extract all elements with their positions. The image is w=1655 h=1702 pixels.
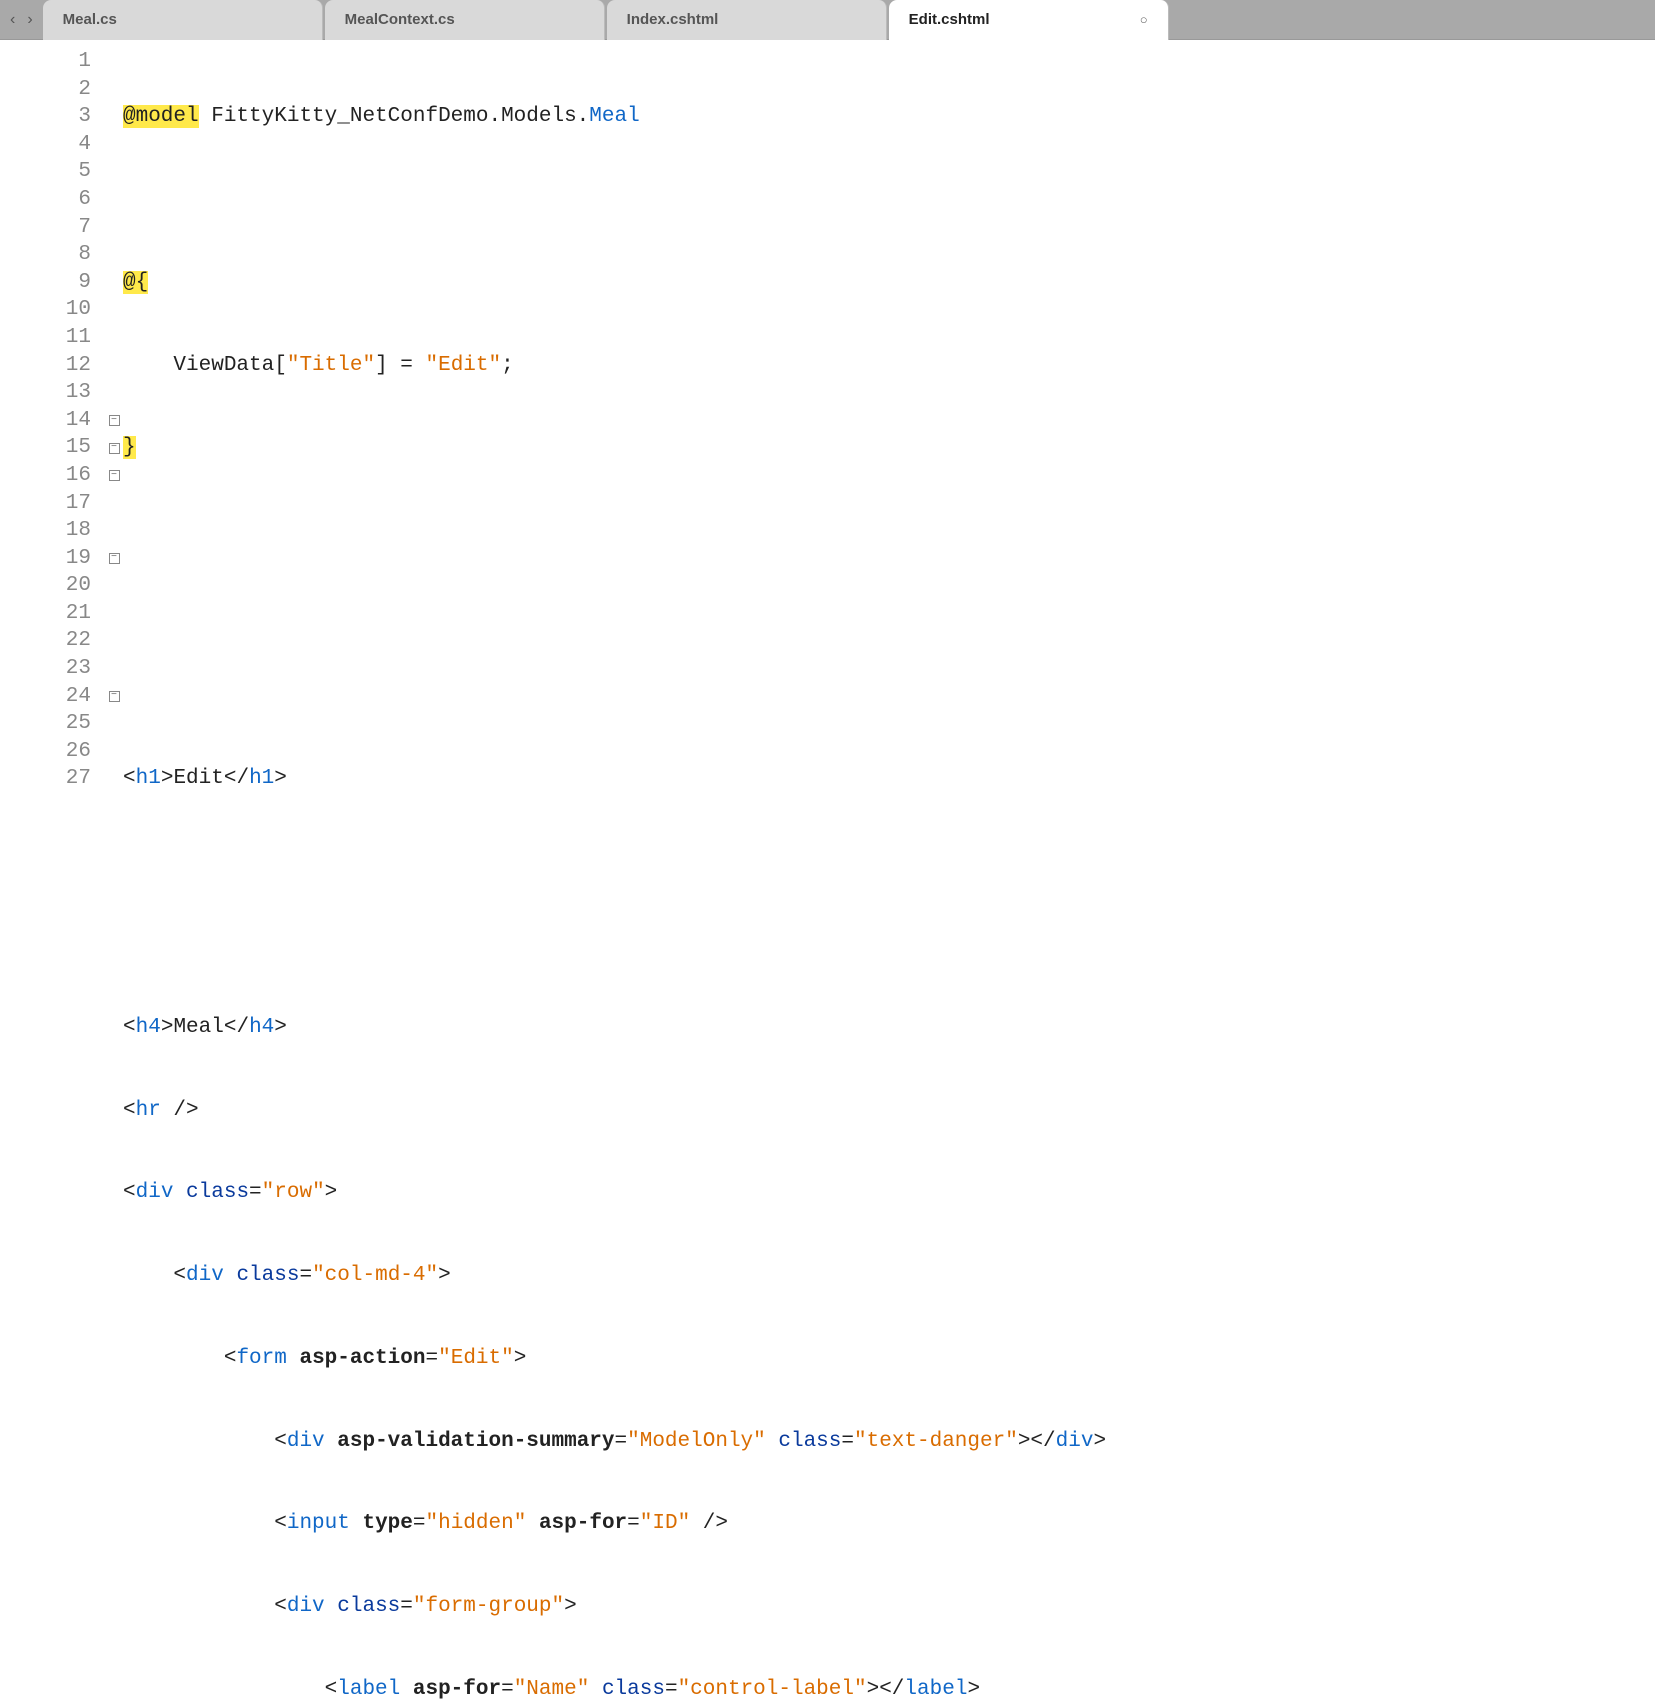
code-line: <div asp-validation-summary="ModelOnly" … — [123, 1428, 1655, 1456]
fold-cell — [105, 76, 123, 104]
line-number: 2 — [0, 76, 105, 104]
fold-cell — [105, 710, 123, 738]
dirty-indicator-icon: ○ — [1140, 12, 1148, 27]
line-number: 3 — [0, 103, 105, 131]
fold-cell — [105, 490, 123, 518]
tab-label: Index.cshtml — [627, 11, 719, 28]
code-line: ViewData["Title"] = "Edit"; — [123, 352, 1655, 380]
fold-cell — [105, 655, 123, 683]
fold-cell — [105, 517, 123, 545]
fold-cell[interactable]: − — [105, 545, 123, 573]
line-number: 8 — [0, 241, 105, 269]
nav-forward-icon[interactable]: › — [27, 11, 32, 29]
line-number: 18 — [0, 517, 105, 545]
line-number: 12 — [0, 352, 105, 380]
code-line: @{ — [123, 269, 1655, 297]
fold-collapse-icon[interactable]: − — [109, 443, 120, 454]
fold-collapse-icon[interactable]: − — [109, 470, 120, 481]
code-line: <input type="hidden" asp-for="ID" /> — [123, 1510, 1655, 1538]
code-line: <form asp-action="Edit"> — [123, 1345, 1655, 1373]
fold-cell — [105, 738, 123, 766]
line-number: 15 — [0, 434, 105, 462]
tab-mealcontext-cs[interactable]: MealContext.cs — [325, 0, 605, 40]
tab-label: Edit.cshtml — [909, 11, 990, 28]
nav-back-icon[interactable]: ‹ — [10, 11, 15, 29]
line-number: 22 — [0, 627, 105, 655]
tab-meal-cs[interactable]: Meal.cs — [43, 0, 323, 40]
fold-cell — [105, 48, 123, 76]
tab-bar: ‹ › Meal.cs MealContext.cs Index.cshtml … — [0, 0, 1655, 40]
code-line: <label asp-for="Name" class="control-lab… — [123, 1676, 1655, 1702]
line-number: 21 — [0, 600, 105, 628]
line-number: 25 — [0, 710, 105, 738]
fold-cell — [105, 186, 123, 214]
line-number: 19 — [0, 545, 105, 573]
line-number: 13 — [0, 379, 105, 407]
fold-cell — [105, 600, 123, 628]
code-line: <div class="row"> — [123, 1179, 1655, 1207]
fold-cell — [105, 158, 123, 186]
line-number: 6 — [0, 186, 105, 214]
line-number: 7 — [0, 214, 105, 242]
line-number: 1 — [0, 48, 105, 76]
fold-cell — [105, 241, 123, 269]
code-line: <div class="form-group"> — [123, 1593, 1655, 1621]
fold-column: − − − − − — [105, 40, 123, 851]
fold-cell — [105, 296, 123, 324]
code-line — [123, 600, 1655, 628]
line-number: 27 — [0, 765, 105, 793]
fold-cell[interactable]: − — [105, 434, 123, 462]
code-line: <h1>Edit</h1> — [123, 765, 1655, 793]
line-number: 24 — [0, 683, 105, 711]
editor-area[interactable]: 1234567891011121314151617181920212223242… — [0, 40, 1655, 851]
fold-cell — [105, 352, 123, 380]
code-content[interactable]: @model FittyKitty_NetConfDemo.Models.Mea… — [123, 40, 1655, 851]
fold-cell — [105, 324, 123, 352]
fold-cell — [105, 627, 123, 655]
nav-arrows: ‹ › — [0, 11, 43, 29]
code-line — [123, 186, 1655, 214]
fold-cell — [105, 131, 123, 159]
line-number: 26 — [0, 738, 105, 766]
line-number: 20 — [0, 572, 105, 600]
fold-cell — [105, 103, 123, 131]
tab-edit-cshtml[interactable]: Edit.cshtml ○ — [889, 0, 1169, 40]
fold-cell — [105, 269, 123, 297]
fold-cell[interactable]: − — [105, 683, 123, 711]
code-line: <div class="col-md-4"> — [123, 1262, 1655, 1290]
line-number: 14 — [0, 407, 105, 435]
line-number: 11 — [0, 324, 105, 352]
fold-cell — [105, 379, 123, 407]
fold-cell — [105, 572, 123, 600]
tab-label: MealContext.cs — [345, 11, 455, 28]
tab-label: Meal.cs — [63, 11, 117, 28]
fold-cell[interactable]: − — [105, 407, 123, 435]
fold-collapse-icon[interactable]: − — [109, 691, 120, 702]
code-line: <hr /> — [123, 1097, 1655, 1125]
code-line: } — [123, 434, 1655, 462]
line-number: 23 — [0, 655, 105, 683]
code-line: <h4>Meal</h4> — [123, 1014, 1655, 1042]
code-line: @model FittyKitty_NetConfDemo.Models.Mea… — [123, 103, 1655, 131]
fold-collapse-icon[interactable]: − — [109, 415, 120, 426]
line-number-gutter: 1234567891011121314151617181920212223242… — [0, 40, 105, 851]
line-number: 17 — [0, 490, 105, 518]
line-number: 16 — [0, 462, 105, 490]
code-line — [123, 931, 1655, 959]
code-line — [123, 517, 1655, 545]
fold-cell — [105, 765, 123, 793]
fold-cell[interactable]: − — [105, 462, 123, 490]
tab-index-cshtml[interactable]: Index.cshtml — [607, 0, 887, 40]
fold-collapse-icon[interactable]: − — [109, 553, 120, 564]
code-line — [123, 848, 1655, 876]
line-number: 9 — [0, 269, 105, 297]
line-number: 5 — [0, 158, 105, 186]
fold-cell — [105, 214, 123, 242]
line-number: 4 — [0, 131, 105, 159]
line-number: 10 — [0, 296, 105, 324]
code-line — [123, 683, 1655, 711]
